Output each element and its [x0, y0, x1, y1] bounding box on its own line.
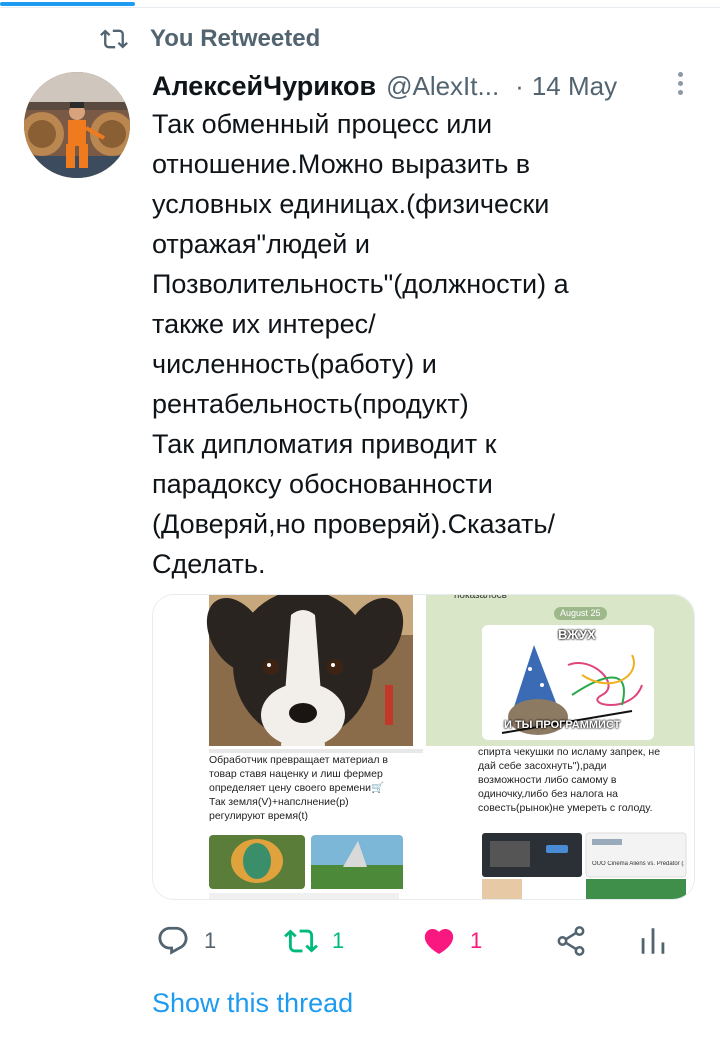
meme-top-text: ВЖУХ [558, 627, 596, 642]
tweet-text-line: Так обменный процесс или [152, 109, 493, 139]
tweet-text-line: отражая"людей и [152, 229, 370, 259]
screenshot-thumbnails [209, 835, 403, 899]
screenshot-header-text: показалось [454, 595, 507, 601]
tweet-date[interactable]: 14 May [532, 71, 617, 102]
share-button[interactable] [554, 918, 588, 964]
media-screenshot-text-left[interactable]: Обработчик превращает материал в товар с… [153, 749, 423, 899]
tweet-actions: 1 1 1 [152, 918, 672, 964]
tweet-text-line: рентабельность(продукт) [152, 389, 469, 419]
reply-icon [158, 926, 188, 955]
meme-card: ВЖУХ И ТЫ ПРОГРАММИСТ [482, 625, 654, 740]
tweet-text-line: Так дипломатия приводит к [152, 429, 497, 459]
author-handle[interactable]: @AlexIt... [386, 71, 499, 102]
tweet-text-line: также их интерес/ [152, 309, 376, 339]
retweet-count: 1 [332, 928, 345, 953]
media-grid: показалось August 25 ВЖУХ И ТЫ ПРОГРАММИ… [152, 594, 695, 900]
media-photo-dog[interactable] [153, 595, 423, 746]
more-options-icon[interactable] [670, 68, 690, 100]
active-tab-accent [0, 2, 135, 6]
top-tab-indicator [0, 0, 720, 10]
separator-dot: · [515, 70, 524, 101]
retweeted-label: You Retweeted [150, 25, 321, 52]
divider [0, 7, 720, 8]
avatar[interactable] [24, 72, 130, 178]
tweet-text-line: условных единицах.(физически [152, 189, 550, 219]
tweet-text-line: парадоксу обоснованности [152, 469, 493, 499]
retweet-button[interactable]: 1 [284, 918, 344, 964]
tweet-text-line: отношение.Можно выразить в [152, 149, 531, 179]
reply-button[interactable]: 1 [156, 918, 216, 964]
date-chip-label: August 25 [560, 608, 601, 618]
screenshot-cards [482, 832, 687, 899]
card-caption: OUO Cinema Aliens vs. Predator (2004) [592, 861, 684, 867]
heart-icon [424, 928, 454, 954]
author-name[interactable]: АлексейЧуриков [152, 71, 376, 102]
tweet-text-line: численность(работу) и [152, 349, 437, 379]
show-thread-link[interactable]: Show this thread [152, 988, 353, 1019]
tweet-header: АлексейЧуриков @AlexIt... · 14 May [152, 66, 617, 106]
like-button[interactable]: 1 [422, 918, 482, 964]
meme-bottom-text: И ТЫ ПРОГРАММИСТ [504, 719, 621, 731]
reply-count: 1 [204, 928, 217, 953]
analytics-button[interactable] [636, 918, 670, 964]
date-chip: August 25 [554, 607, 607, 620]
retweeted-banner: You Retweeted [100, 24, 320, 54]
share-icon [557, 926, 585, 956]
tweet-text-line: Позволительность"(должности) а [152, 269, 569, 299]
media-screenshot-text-right[interactable]: спирта чекушки по исламу запрек, не дай … [426, 749, 694, 899]
media-divider [153, 746, 694, 749]
tweet-text-line: Сделать. [152, 549, 266, 579]
tweet-text: Так обменный процесс или отношение.Можно… [152, 104, 672, 584]
media-screenshot-meme[interactable]: показалось August 25 ВЖУХ И ТЫ ПРОГРАММИ… [426, 595, 694, 746]
tweet-text-line: (Доверяй,но проверяй).Сказать/ [152, 509, 555, 539]
like-count: 1 [470, 928, 483, 953]
retweet-icon [100, 29, 128, 49]
retweet-icon [284, 929, 318, 953]
analytics-icon [641, 928, 665, 954]
